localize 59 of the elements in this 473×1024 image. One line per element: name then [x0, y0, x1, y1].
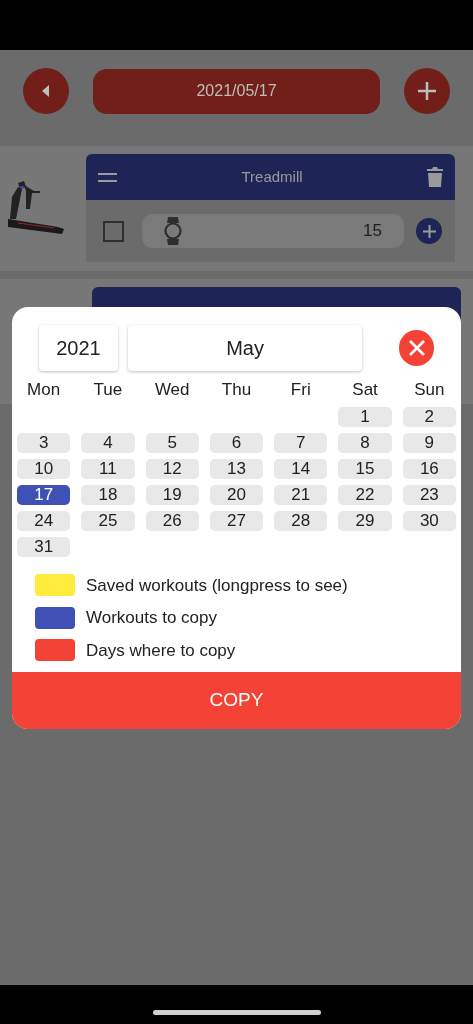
add-set-button[interactable]	[416, 218, 442, 244]
legend-label: Workouts to copy	[86, 607, 218, 629]
workout-title: Treadmill	[240, 166, 304, 187]
day-button[interactable]: 10	[17, 458, 71, 479]
plus-icon	[418, 82, 437, 100]
month-selector[interactable]: May	[127, 325, 363, 371]
weekday-label: Thu	[220, 379, 253, 401]
legend-label: Saved workouts (longpress to see)	[86, 574, 348, 597]
close-icon	[408, 340, 425, 356]
day-button[interactable]: 14	[274, 458, 328, 479]
weekday-label: Mon	[26, 379, 62, 401]
caret-left-icon	[41, 85, 50, 97]
day-button[interactable]: 17	[17, 484, 71, 505]
day-button[interactable]: 30	[402, 510, 456, 531]
year-selector[interactable]: 2021	[39, 325, 118, 371]
close-button[interactable]	[399, 330, 434, 366]
day-button[interactable]: 15	[338, 458, 392, 479]
day-button[interactable]: 27	[209, 510, 264, 531]
weekday-label: Sun	[413, 379, 446, 401]
copy-button[interactable]: COPY	[12, 672, 461, 729]
legend-label: Days where to copy	[86, 639, 236, 662]
watch-icon	[164, 217, 182, 245]
day-button[interactable]: 1	[338, 406, 392, 427]
day-button[interactable]: 9	[402, 432, 456, 453]
day-button[interactable]: 24	[17, 510, 71, 531]
day-button[interactable]: 13	[209, 458, 264, 479]
day-button[interactable]: 29	[338, 510, 392, 531]
day-button[interactable]: 11	[81, 458, 135, 479]
weekday-label: Sat	[351, 379, 379, 401]
drag-handle-icon[interactable]	[98, 172, 117, 182]
day-button[interactable]: 16	[402, 458, 456, 479]
day-button[interactable]: 19	[145, 484, 199, 505]
checkbox[interactable]	[103, 220, 124, 242]
trash-icon[interactable]	[427, 167, 443, 187]
day-button[interactable]: 6	[209, 432, 264, 453]
day-button[interactable]: 3	[17, 432, 71, 453]
day-button[interactable]: 22	[338, 484, 392, 505]
weekday-label: Fri	[289, 379, 312, 401]
day-button[interactable]: 25	[81, 510, 135, 531]
day-button[interactable]: 2	[402, 406, 456, 427]
day-button[interactable]: 31	[17, 536, 71, 557]
date-button[interactable]: 2021/05/17	[92, 68, 381, 114]
day-button[interactable]: 12	[145, 458, 199, 479]
day-button[interactable]: 23	[402, 484, 456, 505]
day-button[interactable]: 4	[81, 432, 135, 453]
day-button[interactable]: 26	[145, 510, 199, 531]
plus-icon	[422, 224, 436, 238]
weekday-label: Tue	[92, 379, 124, 401]
duration-value: 15	[363, 220, 382, 243]
day-button[interactable]: 21	[274, 484, 328, 505]
weekday-label: Wed	[153, 379, 191, 401]
day-button[interactable]: 7	[274, 432, 328, 453]
add-button[interactable]	[404, 68, 450, 114]
duration-field[interactable]: 15	[142, 214, 404, 248]
day-button[interactable]: 20	[209, 484, 264, 505]
day-button[interactable]: 8	[338, 432, 392, 453]
day-button[interactable]: 5	[145, 432, 199, 453]
day-button[interactable]: 28	[274, 510, 328, 531]
day-button[interactable]: 18	[81, 484, 135, 505]
